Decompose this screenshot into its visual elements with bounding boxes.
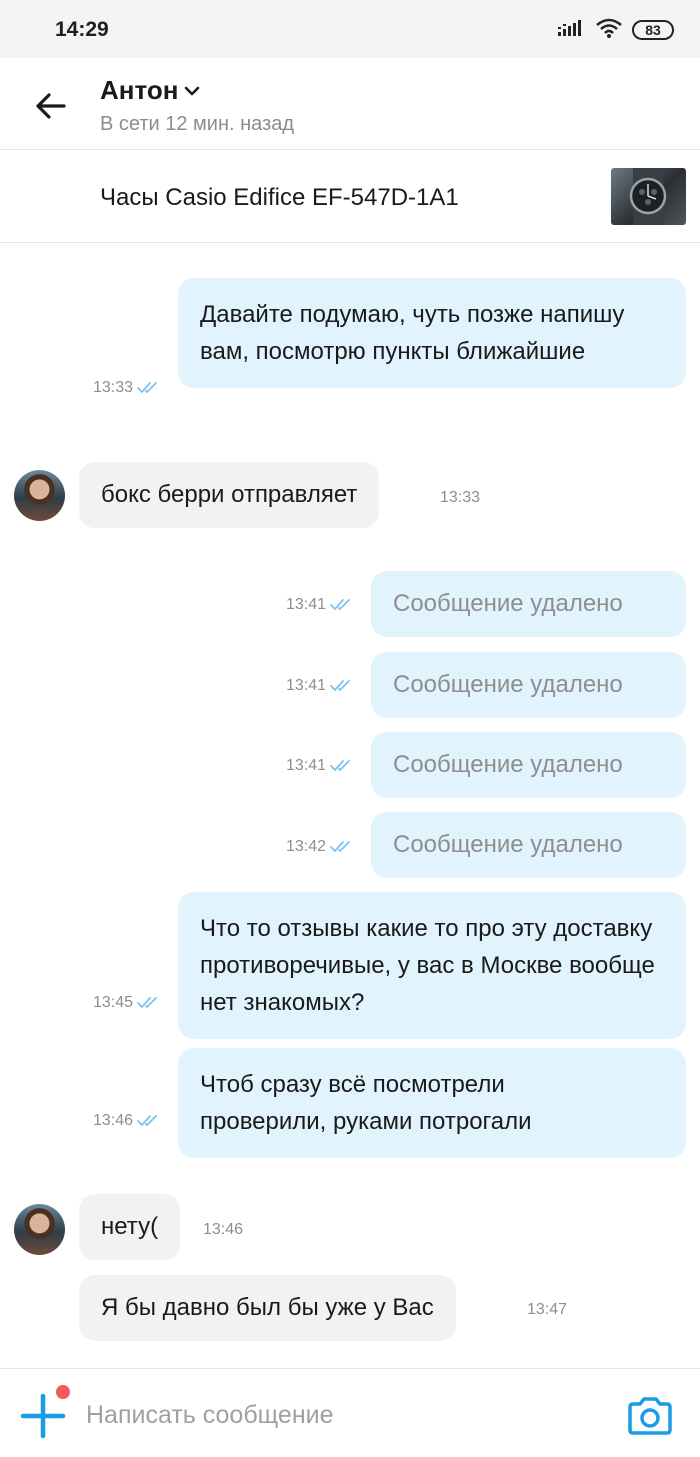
camera-icon xyxy=(628,1397,672,1435)
contact-name-dropdown[interactable]: Антон xyxy=(100,75,200,106)
message-text: нету( xyxy=(101,1213,159,1240)
battery-icon: 83 xyxy=(632,20,674,40)
message-time: 13:41 xyxy=(286,677,327,694)
message-time: 13:46 xyxy=(93,1112,134,1129)
message-meta: 13:41 xyxy=(286,596,354,614)
message-bubble-deleted[interactable]: Сообщение удалено xyxy=(371,571,686,637)
message-text: Сообщение удалено xyxy=(393,751,623,778)
attach-button[interactable] xyxy=(20,1393,66,1439)
product-title: Часы Casio Edifice EF-547D-1A1 xyxy=(100,184,459,211)
double-check-icon xyxy=(137,997,157,1009)
message-time: 13:46 xyxy=(203,1221,244,1238)
back-button[interactable] xyxy=(28,84,72,128)
double-check-icon xyxy=(330,760,350,772)
message-text: Что то отзывы какие то про эту доставку … xyxy=(200,915,655,1016)
message-text: Давайте подумаю, чуть позже напишу вам, … xyxy=(200,301,625,365)
message-bubble-incoming[interactable]: нету( xyxy=(79,1194,181,1260)
message-text: Я бы давно был бы уже у Вас xyxy=(101,1294,434,1321)
message-time: 13:47 xyxy=(527,1301,568,1318)
message-list[interactable]: Давайте подумаю, чуть позже напишу вам, … xyxy=(0,244,700,1368)
message-time: 13:42 xyxy=(286,838,327,855)
chevron-down-icon xyxy=(185,86,200,95)
message-time: 13:45 xyxy=(93,994,134,1011)
camera-button[interactable] xyxy=(626,1395,674,1437)
message-text: Чтоб сразу всё посмотрели проверили, рук… xyxy=(200,1071,532,1135)
message-meta: 13:45 xyxy=(93,994,161,1012)
double-check-icon xyxy=(330,599,350,611)
message-meta: 13:42 xyxy=(286,838,354,856)
message-time: 13:41 xyxy=(286,757,327,774)
product-thumbnail[interactable] xyxy=(611,168,686,225)
back-arrow-icon xyxy=(36,93,66,119)
wifi-icon xyxy=(596,18,622,43)
message-time: 13:33 xyxy=(440,489,481,506)
message-bubble-incoming[interactable]: бокс берри отправляет xyxy=(79,462,380,528)
message-meta: 13:46 xyxy=(93,1112,161,1130)
double-check-icon xyxy=(330,841,350,853)
product-bar[interactable]: Часы Casio Edifice EF-547D-1A1 xyxy=(0,151,700,243)
double-check-icon xyxy=(137,1115,157,1127)
message-composer xyxy=(0,1368,700,1457)
message-time: 13:41 xyxy=(286,596,327,613)
status-time: 14:29 xyxy=(55,18,109,41)
message-text: Сообщение удалено xyxy=(393,831,623,858)
plus-icon xyxy=(20,1393,66,1439)
double-check-icon xyxy=(330,680,350,692)
double-check-icon xyxy=(137,382,157,394)
contact-name: Антон xyxy=(100,75,179,105)
message-meta: 13:41 xyxy=(286,677,354,695)
message-bubble-deleted[interactable]: Сообщение удалено xyxy=(371,732,686,798)
message-bubble-deleted[interactable]: Сообщение удалено xyxy=(371,812,686,878)
message-time: 13:33 xyxy=(93,379,134,396)
message-bubble-deleted[interactable]: Сообщение удалено xyxy=(371,652,686,718)
status-bar: 14:29 83 xyxy=(0,0,700,58)
notification-dot xyxy=(56,1385,70,1399)
message-bubble-incoming[interactable]: Я бы давно был бы уже у Вас xyxy=(79,1275,456,1341)
message-bubble-outgoing[interactable]: Давайте подумаю, чуть позже напишу вам, … xyxy=(178,278,686,388)
message-bubble-outgoing[interactable]: Чтоб сразу всё посмотрели проверили, рук… xyxy=(178,1048,686,1158)
message-text: Сообщение удалено xyxy=(393,590,623,617)
status-icons: 83 xyxy=(558,18,674,42)
message-bubble-outgoing[interactable]: Что то отзывы какие то про эту доставку … xyxy=(178,892,686,1039)
contact-status: В сети 12 мин. назад xyxy=(100,113,295,135)
message-meta: 13:41 xyxy=(286,757,354,775)
avatar[interactable] xyxy=(14,1204,65,1255)
signal-icon xyxy=(558,18,586,43)
message-input[interactable] xyxy=(86,1397,596,1433)
message-text: бокс берри отправляет xyxy=(101,481,358,508)
avatar[interactable] xyxy=(14,470,65,521)
message-meta: 13:33 xyxy=(93,379,161,397)
chat-header: Антон В сети 12 мин. назад xyxy=(0,58,700,150)
message-text: Сообщение удалено xyxy=(393,671,623,698)
